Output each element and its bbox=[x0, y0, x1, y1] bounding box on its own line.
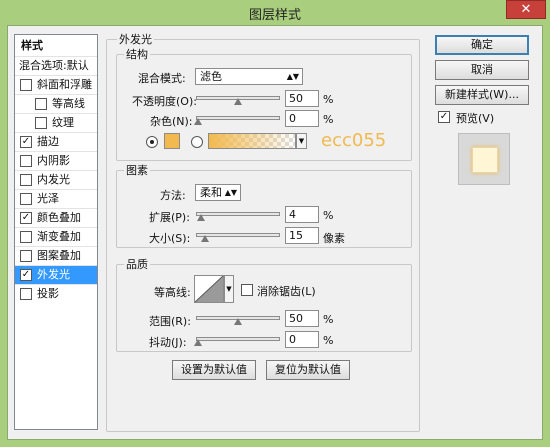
checkbox[interactable] bbox=[20, 155, 32, 167]
jitter-unit: % bbox=[323, 334, 334, 347]
checkbox-checked[interactable]: ✓ bbox=[20, 212, 32, 224]
preview-checkbox[interactable]: ✓ bbox=[438, 111, 450, 123]
checkbox[interactable] bbox=[20, 193, 32, 205]
window-title: 图层样式 bbox=[248, 8, 301, 23]
watermark: ecc055 bbox=[321, 130, 387, 151]
opacity-label: 不透明度(O): bbox=[132, 95, 197, 108]
blend-mode-label: 混合模式: bbox=[138, 72, 186, 85]
elements-label: 图素 bbox=[124, 162, 150, 178]
noise-slider[interactable] bbox=[196, 116, 280, 120]
range-slider-thumb[interactable] bbox=[234, 318, 242, 325]
antialias-label: 消除锯齿(L) bbox=[257, 285, 316, 298]
blend-mode-select[interactable]: 滤色 ▲▼ bbox=[195, 68, 303, 85]
checkbox[interactable] bbox=[20, 250, 32, 262]
dialog-body: 样式 混合选项:默认 斜面和浮雕 等高线 纹理 ✓ 描边 内阴影 内发光 光泽 … bbox=[7, 25, 543, 440]
title-bar: 图层样式 ✕ bbox=[0, 0, 550, 25]
preview-label: 预览(V) bbox=[456, 112, 495, 125]
panel-title: 外发光 bbox=[117, 31, 154, 47]
chevron-down-icon: ▲▼ bbox=[224, 188, 237, 197]
spread-input[interactable]: 4 bbox=[285, 206, 319, 223]
size-input[interactable]: 15 bbox=[285, 227, 319, 244]
contour-dropdown-chevron-icon[interactable]: ▼ bbox=[224, 275, 234, 303]
gradient-picker[interactable] bbox=[208, 133, 296, 149]
antialias-checkbox[interactable] bbox=[241, 284, 253, 296]
range-label: 范围(R): bbox=[149, 315, 191, 328]
technique-select[interactable]: 柔和 ▲▼ bbox=[195, 184, 241, 201]
list-item[interactable]: 内阴影 bbox=[15, 152, 97, 170]
jitter-slider-thumb[interactable] bbox=[194, 339, 202, 346]
list-item[interactable]: 斜面和浮雕 bbox=[15, 76, 97, 94]
make-default-button[interactable]: 设置为默认值 bbox=[172, 360, 256, 380]
jitter-label: 抖动(J): bbox=[149, 336, 187, 349]
ok-button[interactable]: 确定 bbox=[435, 35, 529, 55]
contour-label: 等高线: bbox=[154, 286, 191, 299]
checkbox[interactable] bbox=[20, 288, 32, 300]
checkbox-checked[interactable]: ✓ bbox=[20, 269, 32, 281]
spread-unit: % bbox=[323, 209, 334, 222]
glow-color-swatch[interactable] bbox=[164, 133, 180, 149]
quality-label: 品质 bbox=[124, 256, 150, 272]
gradient-dropdown-chevron-icon[interactable]: ▼ bbox=[296, 133, 307, 149]
chevron-down-icon: ▲▼ bbox=[286, 72, 299, 81]
spread-label: 扩展(P): bbox=[149, 211, 190, 224]
list-item[interactable]: 图案叠加 bbox=[15, 247, 97, 265]
structure-label: 结构 bbox=[124, 46, 150, 62]
cancel-button[interactable]: 取消 bbox=[435, 60, 529, 80]
list-item-selected[interactable]: ✓ 外发光 bbox=[15, 266, 97, 284]
size-slider-thumb[interactable] bbox=[201, 235, 209, 242]
close-button[interactable]: ✕ bbox=[506, 0, 546, 19]
jitter-slider[interactable] bbox=[196, 337, 280, 341]
checkbox[interactable] bbox=[20, 174, 32, 186]
checkbox[interactable] bbox=[20, 79, 32, 91]
technique-label: 方法: bbox=[160, 189, 186, 202]
opacity-slider-thumb[interactable] bbox=[234, 98, 242, 105]
noise-slider-thumb[interactable] bbox=[194, 118, 202, 125]
jitter-input[interactable]: 0 bbox=[285, 331, 319, 348]
size-unit: 像素 bbox=[323, 232, 345, 245]
noise-label: 杂色(N): bbox=[150, 115, 193, 128]
list-item[interactable]: ✓ 颜色叠加 bbox=[15, 209, 97, 227]
reset-default-button[interactable]: 复位为默认值 bbox=[266, 360, 350, 380]
list-item[interactable]: 纹理 bbox=[15, 114, 97, 132]
opacity-input[interactable]: 50 bbox=[285, 90, 319, 107]
list-item[interactable]: 光泽 bbox=[15, 190, 97, 208]
preview-swatch bbox=[472, 147, 498, 173]
noise-input[interactable]: 0 bbox=[285, 110, 319, 127]
list-item[interactable]: ✓ 描边 bbox=[15, 133, 97, 151]
new-style-button[interactable]: 新建样式(W)... bbox=[435, 85, 529, 105]
gradient-radio[interactable] bbox=[191, 136, 203, 148]
spread-slider-thumb[interactable] bbox=[197, 214, 205, 221]
range-input[interactable]: 50 bbox=[285, 310, 319, 327]
noise-unit: % bbox=[323, 113, 334, 126]
checkbox[interactable] bbox=[35, 98, 47, 110]
style-list-header[interactable]: 样式 bbox=[15, 37, 97, 55]
spread-slider[interactable] bbox=[196, 212, 280, 216]
gradient-fill bbox=[209, 134, 295, 148]
opacity-unit: % bbox=[323, 93, 334, 106]
checkbox-checked[interactable]: ✓ bbox=[20, 136, 32, 148]
layer-style-window: 图层样式 ✕ 样式 混合选项:默认 斜面和浮雕 等高线 纹理 ✓ 描边 内阴影 … bbox=[0, 0, 550, 447]
list-item[interactable]: 内发光 bbox=[15, 171, 97, 189]
list-item[interactable]: 等高线 bbox=[15, 95, 97, 113]
range-unit: % bbox=[323, 313, 334, 326]
style-list: 样式 混合选项:默认 斜面和浮雕 等高线 纹理 ✓ 描边 内阴影 内发光 光泽 … bbox=[14, 34, 98, 430]
list-item[interactable]: 渐变叠加 bbox=[15, 228, 97, 246]
size-label: 大小(S): bbox=[149, 232, 191, 245]
contour-curve-icon bbox=[194, 275, 224, 303]
checkbox[interactable] bbox=[20, 231, 32, 243]
contour-preview[interactable] bbox=[194, 275, 224, 303]
checkbox[interactable] bbox=[35, 117, 47, 129]
list-item[interactable]: 混合选项:默认 bbox=[15, 57, 97, 75]
list-item[interactable]: 投影 bbox=[15, 285, 97, 303]
preview-box bbox=[458, 133, 510, 185]
solid-color-radio[interactable] bbox=[146, 136, 158, 148]
